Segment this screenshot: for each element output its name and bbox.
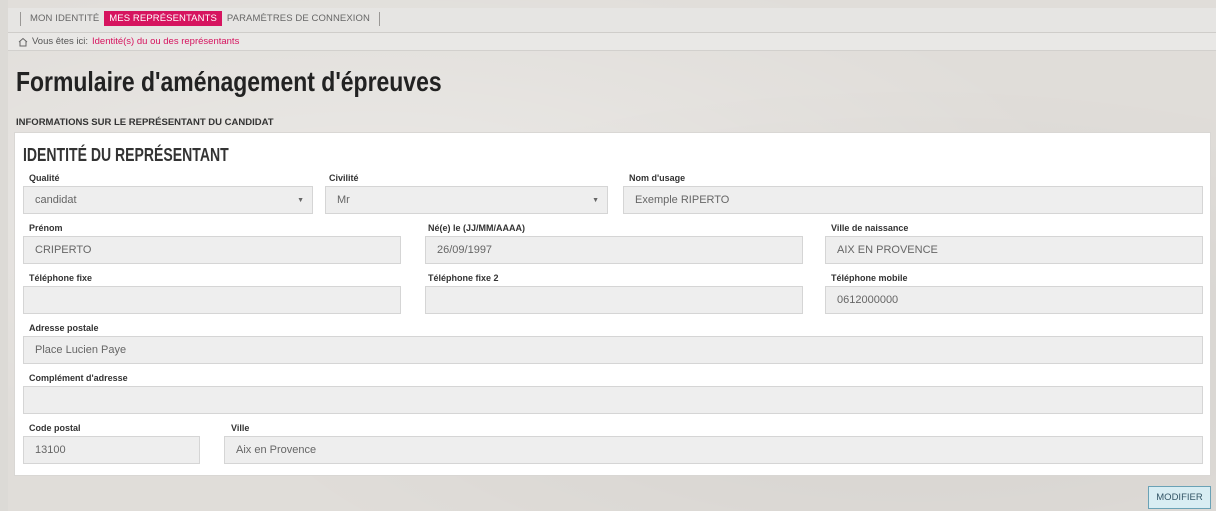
- section-heading: INFORMATIONS SUR LE REPRÉSENTANT DU CAND…: [16, 117, 274, 128]
- code-postal-input[interactable]: 13100: [23, 436, 200, 464]
- ville-naissance-label: Ville de naissance: [831, 223, 909, 233]
- prenom-input[interactable]: CRIPERTO: [23, 236, 401, 264]
- nom-usage-input[interactable]: Exemple RIPERTO: [623, 186, 1203, 214]
- caret-down-icon: ▼: [297, 197, 304, 204]
- nom-usage-label: Nom d'usage: [629, 173, 686, 183]
- panel-title: IDENTITÉ DU REPRÉSENTANT: [23, 145, 229, 165]
- representative-panel: IDENTITÉ DU REPRÉSENTANT Qualité candida…: [14, 132, 1211, 476]
- tel-mobile-label: Téléphone mobile: [831, 273, 908, 283]
- naissance-label: Né(e) le (JJ/MM/AAAA): [428, 223, 526, 233]
- home-icon[interactable]: [18, 37, 28, 47]
- complement-label: Complément d'adresse: [29, 373, 128, 383]
- qualite-label: Qualité: [29, 173, 60, 183]
- breadcrumb-prefix: Vous êtes ici:: [32, 36, 88, 47]
- prenom-label: Prénom: [29, 223, 63, 233]
- tab-divider: [378, 11, 380, 26]
- ville-naissance-input[interactable]: AIX EN PROVENCE: [825, 236, 1203, 264]
- code-postal-label: Code postal: [29, 423, 81, 433]
- adresse-label: Adresse postale: [29, 323, 99, 333]
- tab-parametres-connexion[interactable]: PARAMÈTRES DE CONNEXION: [222, 11, 375, 26]
- tel-fixe2-input[interactable]: [425, 286, 803, 314]
- modify-button[interactable]: MODIFIER: [1148, 486, 1211, 509]
- caret-down-icon: ▼: [592, 197, 599, 204]
- nav-tabs: MON IDENTITÉ MES REPRÉSENTANTS PARAMÈTRE…: [16, 11, 384, 26]
- breadcrumb-current[interactable]: Identité(s) du ou des représentants: [92, 36, 239, 47]
- qualite-select[interactable]: candidat ▼: [23, 186, 313, 214]
- complement-input[interactable]: [23, 386, 1203, 414]
- civilite-label: Civilité: [329, 173, 359, 183]
- tab-mes-representants[interactable]: MES REPRÉSENTANTS: [104, 11, 222, 26]
- ville-label: Ville: [231, 423, 250, 433]
- tel-fixe2-label: Téléphone fixe 2: [428, 273, 499, 283]
- tel-fixe-input[interactable]: [23, 286, 401, 314]
- tel-fixe-label: Téléphone fixe: [29, 273, 93, 283]
- tab-mon-identite[interactable]: MON IDENTITÉ: [25, 11, 104, 26]
- civilite-value: Mr: [337, 194, 350, 206]
- naissance-input[interactable]: 26/09/1997: [425, 236, 803, 264]
- breadcrumb: Vous êtes ici: Identité(s) du ou des rep…: [8, 33, 1216, 51]
- adresse-input[interactable]: Place Lucien Paye: [23, 336, 1203, 364]
- page-title: Formulaire d'aménagement d'épreuves: [16, 66, 442, 97]
- qualite-value: candidat: [35, 194, 77, 206]
- tab-divider: [20, 11, 21, 26]
- tel-mobile-input[interactable]: 0612000000: [825, 286, 1203, 314]
- top-nav-bar: MON IDENTITÉ MES REPRÉSENTANTS PARAMÈTRE…: [8, 8, 1216, 33]
- ville-input[interactable]: Aix en Provence: [224, 436, 1203, 464]
- civilite-select[interactable]: Mr ▼: [325, 186, 608, 214]
